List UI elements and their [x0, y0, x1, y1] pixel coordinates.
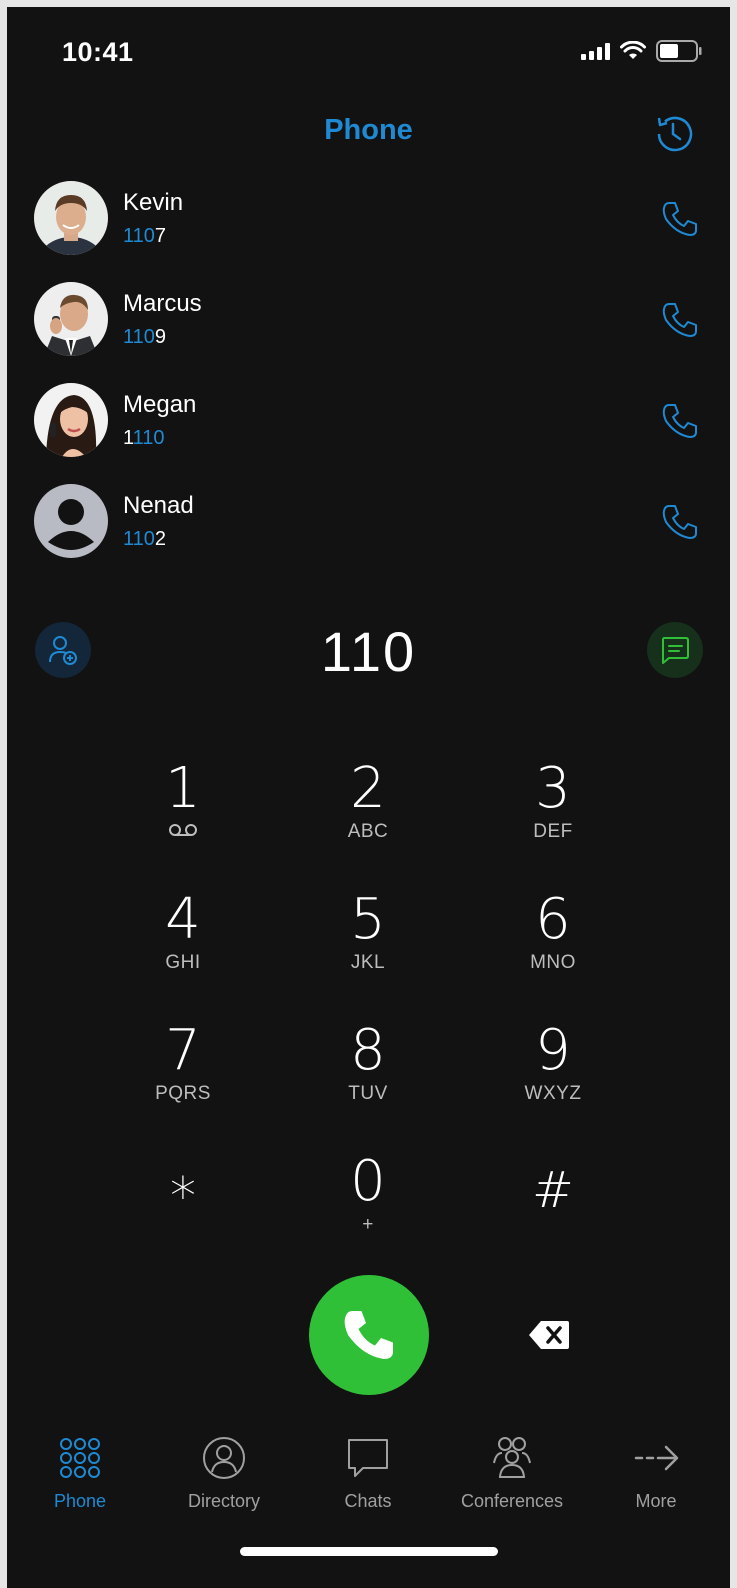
key-8[interactable]: 8 TUV [308, 1021, 428, 1131]
contact-extension: 1107 [123, 225, 167, 247]
tab-label: More [635, 1491, 677, 1511]
key-digit: 6 [535, 887, 571, 952]
key-digit: # [532, 1161, 574, 1219]
contact-name: Kevin [123, 189, 184, 216]
group-icon [493, 1437, 531, 1478]
contact-row-marcus[interactable]: Marcus 1109 [7, 282, 730, 372]
phone-outline-icon [662, 404, 697, 438]
key-4[interactable]: 4 GHI [123, 890, 243, 1000]
backspace-icon [529, 1321, 569, 1349]
key-0[interactable]: 0 + [308, 1152, 428, 1262]
key-letters: GHI [165, 952, 201, 973]
key-5[interactable]: 5 JKL [308, 890, 428, 1000]
wifi-icon [620, 41, 646, 59]
arrow-right-icon [634, 1445, 679, 1471]
page-title: Phone [324, 114, 413, 146]
key-letters: TUV [348, 1083, 388, 1104]
tab-conferences[interactable]: Conferences [447, 1435, 577, 1512]
avatar [34, 181, 108, 255]
chat-bubble-icon [348, 1439, 388, 1477]
key-digit: 5 [350, 887, 386, 952]
phone-icon [344, 1311, 393, 1359]
home-indicator[interactable] [240, 1547, 498, 1556]
tab-directory[interactable]: Directory [159, 1435, 289, 1512]
call-contact-button[interactable] [660, 199, 700, 239]
contact-name: Marcus [123, 290, 202, 317]
call-contact-button[interactable] [660, 300, 700, 340]
phone-outline-icon [662, 505, 697, 539]
key-letters: JKL [350, 952, 386, 973]
key-7[interactable]: 7 PQRS [123, 1021, 243, 1131]
contact-name: Nenad [123, 492, 194, 519]
tab-label: Phone [53, 1491, 107, 1511]
avatar-placeholder-icon [34, 484, 108, 558]
contact-row-nenad[interactable]: Nenad 1102 [7, 484, 730, 574]
key-letters: + [362, 1214, 374, 1235]
call-history-button[interactable] [651, 112, 695, 156]
avatar [34, 383, 108, 457]
key-9[interactable]: 9 WXYZ [493, 1021, 613, 1131]
history-clock-icon [657, 116, 693, 152]
key-6[interactable]: 6 MNO [493, 890, 613, 1000]
keypad-grid-icon [60, 1438, 100, 1478]
message-icon [662, 637, 689, 664]
person-circle-icon [203, 1437, 245, 1479]
tab-label: Directory [187, 1491, 260, 1511]
key-letters: MNO [530, 952, 576, 973]
key-letters: WXYZ [524, 1083, 582, 1104]
tab-phone[interactable]: Phone [15, 1435, 145, 1512]
cellular-signal-icon [581, 42, 610, 60]
phone-screen: 10:41 Phone Kevin 1107 Marcus 1109 Megan… [7, 7, 730, 1588]
contact-row-megan[interactable]: Megan 1110 [7, 383, 730, 473]
phone-outline-icon [662, 202, 697, 236]
call-button[interactable] [309, 1275, 429, 1395]
voicemail-icon [169, 824, 197, 836]
key-2[interactable]: 2 ABC [308, 759, 428, 869]
tab-label: Conferences [460, 1491, 564, 1511]
key-letters: DEF [533, 821, 573, 842]
key-digit: 4 [165, 887, 201, 952]
call-contact-button[interactable] [660, 401, 700, 441]
contact-name: Megan [123, 391, 197, 418]
send-message-button[interactable] [647, 622, 703, 678]
key-letters: PQRS [155, 1083, 211, 1104]
status-time: 10:41 [62, 37, 134, 67]
contact-extension: 1102 [123, 528, 167, 550]
tab-chats[interactable]: Chats [303, 1435, 433, 1512]
dialed-number[interactable]: 110 [7, 619, 730, 684]
key-digit: 0 [350, 1149, 386, 1214]
avatar [34, 282, 108, 356]
key-digit: 8 [350, 1018, 386, 1083]
status-icons [581, 40, 702, 62]
key-digit: * [170, 1167, 196, 1227]
call-contact-button[interactable] [660, 502, 700, 542]
key-hash[interactable]: # [493, 1160, 613, 1270]
key-3[interactable]: 3 DEF [493, 759, 613, 869]
contact-extension: 1110 [123, 427, 165, 449]
key-star[interactable]: * [123, 1167, 243, 1277]
contact-row-kevin[interactable]: Kevin 1107 [7, 181, 730, 271]
backspace-button[interactable] [527, 1317, 571, 1353]
key-1[interactable]: 1 [123, 759, 243, 869]
key-digit: 1 [165, 756, 201, 821]
key-digit: 9 [535, 1018, 571, 1083]
key-digit: 2 [350, 756, 386, 821]
contact-extension: 1109 [123, 326, 167, 348]
phone-outline-icon [662, 303, 697, 337]
key-letters: ABC [347, 821, 389, 842]
tab-label: Chats [344, 1491, 392, 1511]
key-digit: 3 [535, 756, 571, 821]
key-digit: 7 [165, 1018, 201, 1083]
battery-icon [656, 40, 702, 62]
tab-more[interactable]: More [591, 1435, 721, 1512]
